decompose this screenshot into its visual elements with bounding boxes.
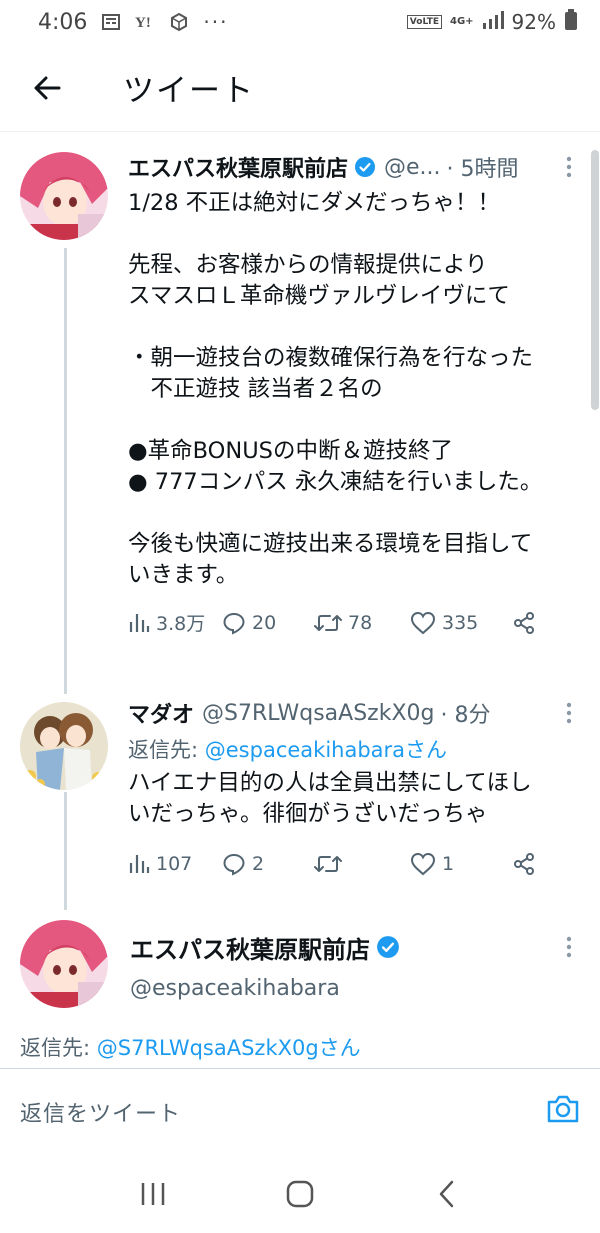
views-button[interactable]: 107 [128,853,222,875]
views-icon [129,855,150,873]
avatar[interactable] [20,152,108,240]
more-options-icon[interactable] [566,156,572,178]
yahoo-icon: Y! [135,12,155,32]
verified-badge-icon [376,935,400,959]
handle[interactable]: @e... [384,155,441,180]
timestamp[interactable]: · 8分 [441,697,491,729]
chevron-left-icon [439,1180,453,1207]
handle[interactable]: @S7RLWqsaASzkX0g [202,701,434,726]
home-icon [286,1180,314,1207]
views-count: 107 [156,853,193,875]
timestamp[interactable]: · 5時間 [447,151,519,183]
display-name[interactable]: マダオ [128,697,194,729]
svg-text:Y!: Y! [135,15,151,31]
reply-button[interactable]: 2 [222,852,314,876]
network-type: 4G+ [450,16,474,27]
replying-to-label: 返信先: [128,738,205,762]
back-arrow-icon [34,76,61,99]
reply-icon [223,612,245,635]
camera-icon [547,1095,579,1123]
app-icon [169,12,189,32]
heart-icon [410,852,436,876]
views-count: 3.8万 [156,613,206,635]
battery-level: 92% [511,10,556,34]
recent-apps-button[interactable] [123,1169,183,1219]
recent-apps-icon [142,1182,165,1205]
heart-icon [410,611,436,634]
views-button[interactable]: 3.8万 [128,609,222,636]
views-icon [129,613,150,632]
replying-to-handle[interactable]: @espaceakihabaraさん [205,738,447,762]
avatar[interactable] [20,920,108,1008]
share-icon [514,611,534,634]
avatar[interactable] [20,702,108,790]
reply-icon [223,853,245,876]
system-back-button[interactable] [417,1169,477,1219]
camera-button[interactable] [546,1094,580,1128]
news-icon [101,12,121,32]
system-nav-bar [0,1154,600,1233]
tweet-text: ハイエナ目的の人は全員出禁にしてほし いだっちゃ。徘徊がうざいだっちゃ [128,770,532,827]
reply-count: 20 [252,611,277,634]
share-button[interactable] [512,611,536,635]
more-notifications-icon: ··· [203,10,229,34]
like-button[interactable]: 335 [410,611,512,635]
reply-input[interactable]: 返信をツイート [20,1096,181,1128]
replying-to-handle[interactable]: @S7RLWqsaASzkX0gさん [97,1036,361,1060]
tweet-actions: 107 2 1 [128,852,580,876]
display-name[interactable]: エスパス秋葉原駅前店 [130,930,370,965]
reply-composer[interactable]: 返信をツイート [0,1068,600,1154]
retweet-icon [314,856,342,872]
battery-icon [564,8,578,36]
more-options-icon[interactable] [566,936,572,958]
signal-icon [482,10,504,35]
retweet-button[interactable] [314,853,410,875]
home-button[interactable] [270,1169,330,1219]
like-count: 335 [442,611,479,634]
back-button[interactable] [15,56,79,120]
retweet-icon [314,614,342,631]
share-icon [514,853,534,875]
retweet-count: 78 [348,611,373,634]
tweet-header: マダオ @S7RLWqsaASzkX0g · 8分 [128,696,580,730]
like-count: 1 [442,853,455,875]
share-button[interactable] [512,852,536,876]
tweet-header: エスパス秋葉原駅前店 [130,930,580,964]
tweet-header: エスパス秋葉原駅前店 @e... · 5時間 [128,150,580,184]
tweet-text: 1/28 不正は絶対にダメだっちゃ！！ 先程、お客様からの情報提供により スマス… [128,190,543,588]
replying-to-label: 返信先: [20,1036,97,1060]
like-button[interactable]: 1 [410,852,512,876]
scrollbar[interactable] [591,150,599,410]
tweet-actions: 3.8万 20 78 335 [128,609,580,636]
status-bar: 4:06 Y! ··· VoLTE 4G+ 92% [0,0,600,44]
thread-line [64,248,67,694]
replying-to: 返信先: @S7RLWqsaASzkX0gさん [20,1032,361,1062]
retweet-button[interactable]: 78 [314,612,410,634]
more-options-icon[interactable] [566,702,572,724]
replying-to: 返信先: @espaceakihabaraさん [128,734,580,764]
status-time: 4:06 [38,9,88,35]
display-name[interactable]: エスパス秋葉原駅前店 [128,151,348,183]
reply-count: 2 [252,853,265,875]
verified-badge-icon [354,156,376,178]
page-title: ツイート [123,73,255,109]
thread-line [64,792,67,910]
handle[interactable]: @espaceakihabara [130,976,580,1001]
top-app-bar: ツイート [0,44,600,132]
volte-icon: VoLTE [406,15,442,29]
reply-button[interactable]: 20 [222,611,314,635]
